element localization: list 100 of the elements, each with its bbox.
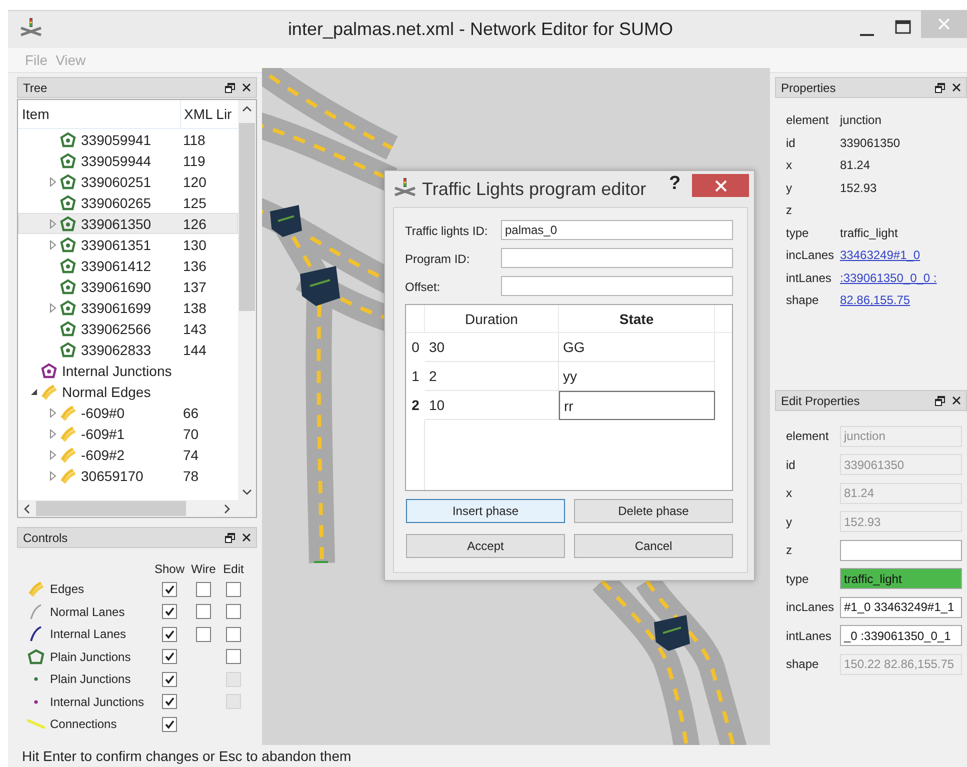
show-checkbox[interactable] xyxy=(162,649,177,664)
column-header[interactable]: State xyxy=(619,310,654,326)
column-header[interactable]: Duration xyxy=(465,310,518,326)
field-label: Traffic lights ID: xyxy=(405,224,489,238)
table-cell[interactable]: 30 xyxy=(425,333,559,362)
table-cell[interactable]: 2 xyxy=(425,362,559,391)
show-checkbox[interactable] xyxy=(162,694,177,710)
close-button[interactable] xyxy=(952,83,961,92)
close-button[interactable] xyxy=(952,396,961,405)
tree-row[interactable]: 339061350 126 xyxy=(18,213,238,234)
float-button[interactable] xyxy=(225,82,235,92)
tree-row[interactable]: -609#0 66 xyxy=(18,402,238,423)
property-value: traffic_light xyxy=(840,226,899,240)
expand-arrow-icon[interactable] xyxy=(47,406,59,418)
row-header[interactable]: 2 xyxy=(412,397,420,413)
tree-row[interactable]: 339059941 118 xyxy=(18,129,238,150)
table-cell[interactable]: 10 xyxy=(425,391,559,420)
tree-row[interactable]: Normal Edges xyxy=(18,381,238,402)
show-checkbox[interactable] xyxy=(162,672,177,687)
vertical-scrollbar[interactable] xyxy=(238,100,256,500)
property-link[interactable]: 33463249#1_0 xyxy=(840,248,967,262)
close-icon xyxy=(242,533,251,542)
float-icon xyxy=(225,532,235,542)
show-checkbox[interactable] xyxy=(162,604,177,620)
horizontal-scrollbar[interactable] xyxy=(18,500,256,517)
dialog-button[interactable]: Insert phase xyxy=(406,499,565,523)
column-header[interactable]: Item xyxy=(18,106,180,122)
wire-checkbox[interactable] xyxy=(196,626,211,642)
float-button[interactable] xyxy=(935,396,945,406)
table-cell[interactable]: rr xyxy=(559,391,715,420)
row-header[interactable]: 1 xyxy=(412,368,420,384)
property-link[interactable]: :339061350_0_0 : xyxy=(840,270,967,285)
property-name: shape xyxy=(786,293,820,308)
dialog-button[interactable]: Accept xyxy=(406,534,565,558)
tree-row[interactable]: 339060265 125 xyxy=(18,192,238,213)
edit-checkbox[interactable] xyxy=(226,649,241,664)
layer-label: Connections xyxy=(50,717,118,732)
tree-row[interactable]: 339061699 138 xyxy=(18,297,238,318)
scroll-thumb[interactable] xyxy=(36,501,186,516)
junction-icon xyxy=(27,648,45,665)
scroll-thumb[interactable] xyxy=(239,123,255,311)
property-field[interactable]: #1_0 33463249#1_1 xyxy=(840,596,962,618)
dialog-title: Traffic Lights program editor xyxy=(422,178,646,200)
close-icon xyxy=(714,180,726,192)
item-label: 339062833 xyxy=(81,342,152,358)
show-checkbox[interactable] xyxy=(162,582,177,597)
property-link[interactable]: 82.86,155.75 xyxy=(840,293,967,308)
item-label: 339061412 xyxy=(81,258,152,274)
item-label: -609#0 xyxy=(81,404,125,420)
expand-arrow-icon[interactable] xyxy=(47,176,59,188)
tree-row[interactable]: -609#1 70 xyxy=(18,423,238,444)
expand-arrow-icon[interactable] xyxy=(47,302,59,314)
xml-line-cell-text: 144 xyxy=(182,342,208,358)
tree-row[interactable]: 30659170 78 xyxy=(18,465,238,486)
tree-row[interactable]: 339059944 119 xyxy=(18,150,238,171)
edit-checkbox[interactable] xyxy=(226,626,241,642)
tree-row[interactable]: 339062566 143 xyxy=(18,318,238,339)
expand-arrow-icon[interactable] xyxy=(47,238,59,250)
tree-row[interactable]: 339061351 130 xyxy=(18,234,238,255)
property-name: y xyxy=(786,180,793,195)
input-field[interactable] xyxy=(501,276,733,296)
item-label: Normal Edges xyxy=(62,384,151,400)
property-field[interactable]: traffic_light xyxy=(840,568,962,590)
junction-icon xyxy=(60,132,76,148)
close-icon xyxy=(952,83,961,92)
wire-checkbox[interactable] xyxy=(196,582,211,597)
edit-checkbox[interactable] xyxy=(226,604,241,620)
edit-checkbox[interactable] xyxy=(226,582,241,597)
expand-arrow-icon[interactable] xyxy=(47,448,59,460)
float-icon xyxy=(225,82,235,92)
item-label: 339059941 xyxy=(81,132,152,148)
expand-arrow-icon[interactable] xyxy=(47,470,59,482)
show-checkbox[interactable] xyxy=(162,626,177,642)
input-field[interactable] xyxy=(501,248,733,268)
junction-icon xyxy=(60,216,76,232)
expand-arrow-icon[interactable] xyxy=(47,428,59,440)
tree-row[interactable]: 339061412 136 xyxy=(18,255,238,276)
float-button[interactable] xyxy=(935,82,945,92)
dialog-button[interactable]: Cancel xyxy=(574,534,733,558)
xml-line-cell-text: 126 xyxy=(182,216,208,232)
tree-row[interactable]: 339061690 137 xyxy=(18,276,238,297)
tree-row[interactable]: -609#2 74 xyxy=(18,444,238,465)
property-field[interactable] xyxy=(840,540,962,561)
expand-arrow-icon[interactable] xyxy=(47,218,59,230)
tree-row[interactable]: 339062833 144 xyxy=(18,339,238,360)
dialog-button[interactable]: Delete phase xyxy=(574,499,733,523)
help-button[interactable]: ? xyxy=(669,173,681,195)
column-header: Show xyxy=(154,562,185,576)
close-button[interactable] xyxy=(242,533,251,542)
input-field[interactable]: palmas_0 xyxy=(501,220,733,240)
table-cell[interactable]: GG xyxy=(559,333,715,362)
show-checkbox[interactable] xyxy=(162,716,177,732)
tree-row[interactable]: Internal Junctions xyxy=(18,360,238,381)
tree-row[interactable]: 339060251 120 xyxy=(18,171,238,192)
float-button[interactable] xyxy=(225,532,235,542)
table-cell[interactable]: yy xyxy=(559,362,715,391)
close-button[interactable] xyxy=(242,83,251,92)
wire-checkbox[interactable] xyxy=(196,604,211,620)
row-header[interactable]: 0 xyxy=(412,339,420,355)
property-field[interactable]: _0 :339061350_0_1 xyxy=(840,625,962,646)
